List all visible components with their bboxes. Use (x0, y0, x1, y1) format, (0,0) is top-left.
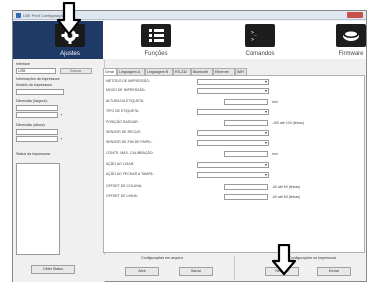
minus-sign-2: - (60, 129, 62, 134)
chevron-down-icon (265, 90, 267, 92)
printer-model-field[interactable] (16, 89, 64, 95)
plus-sign: + (60, 112, 63, 117)
label-height-setting-field[interactable] (224, 99, 268, 105)
backfeed-sensor-label: SENSOR DE RECUO: (106, 130, 142, 134)
label-width-label: Dimensão (largura): (16, 99, 48, 103)
power-on-action-label: AÇÃO AO LIGAR: (106, 162, 135, 166)
nav-firmware[interactable]: Firmware (285, 21, 366, 59)
label-width-field-2[interactable] (16, 112, 58, 118)
print-mode-label: MODO DE IMPRESSÃO: (106, 88, 146, 92)
get-status-button[interactable]: Obter Status (31, 265, 75, 274)
label-height-field[interactable] (16, 129, 58, 135)
chevron-down-icon (265, 111, 267, 113)
row-offset-label: OFFSET DE LINHA: (106, 194, 138, 198)
max-calibration-label: CONTR. MÁX. CALIBRAÇÃO: (106, 151, 154, 155)
settings-tabs: Geral Linguagem A Linguagem B RS-232 Blu… (103, 68, 353, 76)
tab-rs232[interactable]: RS-232 (173, 68, 191, 75)
svg-text:>_: >_ (251, 30, 258, 36)
label-height-setting-label: ALTURA DA ETIQUETA: (106, 99, 145, 103)
label-height-unit: mm (272, 100, 278, 104)
nav-label-comandos: Comandos (245, 51, 275, 57)
search-button[interactable]: Buscar (60, 68, 92, 74)
chevron-down-icon (265, 142, 267, 144)
tab-linguagem-b[interactable]: Linguagem B (145, 68, 173, 75)
terminal-icon: >_ > (245, 24, 275, 47)
label-type-label: TIPO DE ETIQUETA: (106, 109, 140, 113)
tab-linguagem-a[interactable]: Linguagem A (117, 68, 145, 75)
backfeed-sensor-select[interactable] (197, 130, 269, 136)
printer-status-label: Status da impressora (16, 152, 50, 156)
svg-text:>: > (251, 37, 254, 43)
section-divider (234, 256, 235, 280)
app-window: LBE Print Configurações Ajustes Funções … (12, 10, 367, 282)
power-on-action-select[interactable] (197, 162, 269, 168)
tab-wifi[interactable]: WiFi (235, 68, 247, 75)
chevron-down-icon (265, 164, 267, 166)
label-height-field-2[interactable] (16, 136, 58, 142)
column-offset-field[interactable] (224, 184, 268, 190)
open-button[interactable]: Abrir (125, 267, 159, 276)
annotation-arrow-down-icon (56, 2, 82, 36)
print-method-label: MÉTODO DE IMPRESSÃO: (106, 79, 150, 83)
minus-sign: - (60, 105, 62, 110)
left-panel: Interface USB Buscar Informações da impr… (13, 60, 105, 282)
chevron-down-icon (265, 81, 267, 83)
settings-panel: MÉTODO DE IMPRESSÃO: MODO DE IMPRESSÃO: … (103, 75, 365, 253)
interface-select[interactable]: USB (16, 68, 56, 74)
chip-icon (336, 24, 366, 47)
paper-out-sensor-select[interactable] (197, 140, 269, 146)
nav-label-firmware: Firmware (338, 51, 364, 57)
printer-status-list[interactable] (16, 163, 60, 255)
print-mode-select[interactable] (197, 88, 269, 94)
nav-comandos[interactable]: >_ > Comandos (195, 21, 285, 59)
printer-model-label: Modelo da impressora: (16, 83, 53, 87)
print-method-select[interactable] (197, 79, 269, 85)
tear-position-field[interactable] (224, 120, 268, 126)
tab-bluetooth[interactable]: Bluetooth (191, 68, 213, 75)
plus-sign-2: + (60, 136, 63, 141)
row-offset-field[interactable] (224, 194, 268, 200)
chevron-down-icon (265, 174, 267, 176)
tab-ethernet[interactable]: Ethernet (213, 68, 235, 75)
tear-position-unit: -100 até 100 (linhas) (272, 121, 305, 125)
interface-label: Interface (16, 62, 30, 66)
save-button[interactable]: Salvar (179, 267, 213, 276)
max-calibration-unit: mm (272, 152, 278, 156)
chevron-down-icon (265, 132, 267, 134)
list-icon (141, 24, 171, 47)
close-lid-action-label: AÇÃO AO FECHAR A TAMPA: (106, 172, 154, 176)
annotation-arrow-down-icon-2 (271, 244, 297, 276)
file-config-label: Configurações em arquivo (141, 256, 183, 260)
max-calibration-field[interactable] (224, 151, 268, 157)
column-offset-unit: -60 até 60 (linhas) (272, 185, 301, 189)
close-button[interactable] (347, 12, 363, 18)
bottom-action-bar: Configurações em arquivo Abrir Salvar Co… (103, 255, 365, 281)
send-button[interactable]: Enviar (317, 267, 351, 276)
nav-label-funcoes: Funções (144, 51, 168, 57)
app-icon (16, 13, 21, 18)
paper-out-sensor-label: SENSOR DE FIM DE PAPEL: (106, 140, 153, 144)
label-height-label: Dimensão (altura): (16, 123, 46, 127)
label-width-field[interactable] (16, 105, 58, 111)
tear-position-label: POSIÇÃO RASGAR: (106, 120, 139, 124)
nav-funcoes[interactable]: Funções (104, 21, 194, 59)
printer-info-label: Informações da impressora (16, 77, 60, 81)
row-offset-unit: -60 até 60 (linhas) (272, 195, 301, 199)
column-offset-label: OFFSET DE COLUNA: (106, 184, 143, 188)
nav-label-ajustes: Ajustes (60, 51, 80, 57)
close-lid-action-select[interactable] (197, 172, 269, 178)
label-type-select[interactable] (197, 109, 269, 115)
